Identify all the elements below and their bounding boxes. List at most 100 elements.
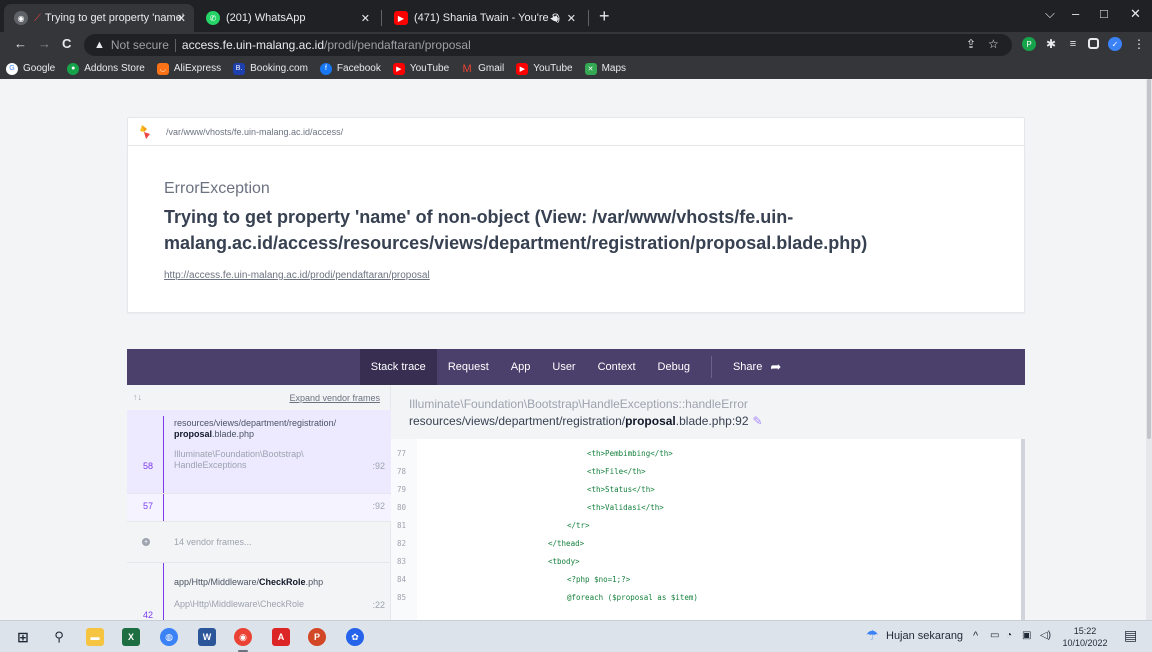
code-line: 81 </tr>: [397, 521, 590, 530]
bookmark-youtube-2[interactable]: ▶ YouTube: [516, 62, 573, 75]
close-window-button[interactable]: ✕: [1130, 6, 1141, 22]
excel-icon[interactable]: X: [122, 628, 140, 646]
stack-frame[interactable]: app/Http/Middleware/CheckRole.php App\Ht…: [127, 563, 391, 620]
bookmark-addons-store[interactable]: ● Addons Store: [67, 62, 145, 75]
youtube-icon: ▶: [394, 11, 408, 25]
windows-taskbar: ⊞ ⚲ ▬ X ◍ W ◉ A P ✿ ☂ Hujan sekarang ^ ▭…: [0, 620, 1152, 652]
frame-file: app/Http/Middleware/CheckRole.php: [174, 577, 324, 587]
show-hidden-icons[interactable]: ^: [973, 630, 978, 642]
bookmark-google[interactable]: G Google: [6, 62, 55, 75]
wifi-icon[interactable]: ◔: [1006, 630, 1012, 641]
forward-button[interactable]: →: [38, 36, 51, 51]
url-host: access.fe.uin-malang.ac.id: [181, 38, 324, 52]
close-tab-icon[interactable]: ✕: [177, 12, 186, 25]
reload-button[interactable]: C: [62, 36, 71, 51]
url-path: /prodi/pendaftaran/proposal: [324, 38, 471, 52]
maximize-button[interactable]: □: [1100, 6, 1108, 21]
tab-app[interactable]: App: [500, 349, 542, 385]
tab-debug[interactable]: Debug: [647, 349, 701, 385]
tab-whatsapp[interactable]: ✆ (201) WhatsApp ✕: [196, 4, 378, 32]
bookmark-label: Gmail: [478, 63, 505, 74]
rain-weather-icon[interactable]: ☂: [866, 627, 879, 644]
bookmark-booking[interactable]: B. Booking.com: [233, 62, 308, 75]
youtube-icon: ▶: [516, 62, 529, 75]
expand-vendor-frames-link[interactable]: Expand vendor frames: [289, 393, 380, 403]
share-arrow-icon: ➦: [770, 359, 782, 374]
bookmark-star-icon[interactable]: ☆: [988, 37, 999, 51]
tab-request[interactable]: Request: [437, 349, 500, 385]
share-page-icon[interactable]: ⇪: [966, 37, 976, 51]
frame-class: Illuminate\Foundation\Bootstrap\ HandleEx…: [174, 449, 304, 470]
tab-stack-trace[interactable]: Stack trace: [359, 349, 437, 385]
vendor-frames-toggle[interactable]: + 14 vendor frames...: [127, 522, 391, 562]
stack-frame[interactable]: 57 :92: [127, 494, 391, 521]
address-bar[interactable]: ▲ Not secure access.fe.uin-malang.ac.id /…: [84, 34, 1012, 56]
profile-shield-icon[interactable]: ✓: [1108, 37, 1122, 51]
extensions-puzzle-icon[interactable]: ✱: [1044, 37, 1058, 51]
extension-p-icon[interactable]: P: [1022, 37, 1036, 51]
search-icon[interactable]: ⚲: [50, 628, 68, 646]
page-scrollbar[interactable]: [1146, 79, 1152, 620]
language-icon[interactable]: ▣: [1022, 630, 1031, 641]
bookmark-aliexpress[interactable]: ◡ AliExpress: [156, 62, 221, 75]
bookmark-facebook[interactable]: f Facebook: [319, 62, 381, 75]
file-explorer-icon[interactable]: ▬: [86, 628, 104, 646]
battery-icon[interactable]: ▭: [990, 630, 999, 641]
bookmark-label: YouTube: [409, 63, 450, 74]
code-header: Illuminate\Foundation\Bootstrap\HandleEx…: [391, 385, 1025, 439]
bookmark-maps[interactable]: ✕ Maps: [584, 62, 626, 75]
bookmark-label: YouTube: [533, 63, 573, 74]
back-button[interactable]: ←: [14, 36, 27, 51]
close-tab-icon[interactable]: ✕: [361, 12, 370, 25]
tab-user[interactable]: User: [541, 349, 586, 385]
side-panel-icon[interactable]: [1088, 38, 1099, 49]
close-tab-icon[interactable]: ✕: [567, 12, 576, 25]
bookmark-gmail[interactable]: M Gmail: [461, 63, 505, 75]
bookmark-youtube[interactable]: ▶ YouTube: [392, 62, 450, 75]
aliexpress-icon: ◡: [156, 62, 169, 75]
frame-marker: [163, 494, 164, 521]
sort-arrows-icon[interactable]: ↑↓: [133, 392, 142, 402]
security-label[interactable]: Not secure: [111, 38, 169, 52]
omnibox-divider: [174, 38, 176, 52]
audio-icon[interactable]: ◀): [550, 13, 560, 24]
stack-frame-selected[interactable]: resources/views/department/registration/…: [127, 410, 391, 493]
code-line: 84 <?php $no=1;?>: [397, 575, 631, 584]
code-scrollbar[interactable]: [1021, 439, 1025, 620]
frame-file-path: resources/views/department/registration/…: [409, 414, 763, 428]
chrome-icon[interactable]: ◉: [234, 628, 252, 646]
request-url-link[interactable]: http://access.fe.uin-malang.ac.id/prodi/…: [164, 270, 988, 281]
youtube-icon: ▶: [392, 62, 405, 75]
settings-app-icon[interactable]: ✿: [346, 628, 364, 646]
frame-line-number: :92: [372, 461, 385, 471]
bookmark-label: Facebook: [336, 63, 381, 74]
code-snippet-panel: Illuminate\Foundation\Bootstrap\HandleEx…: [391, 385, 1025, 620]
tab-youtube[interactable]: ▶ (471) Shania Twain - You're S ◀) ✕: [384, 4, 584, 32]
system-clock[interactable]: 15:22 10/10/2022: [1062, 625, 1108, 649]
reading-list-icon[interactable]: ≡: [1066, 37, 1080, 51]
network-globe-icon[interactable]: ◍: [160, 628, 178, 646]
code-line: 85 @foreach ($proposal as $item): [397, 593, 698, 602]
windows-start-icon[interactable]: ⊞: [14, 628, 32, 646]
whatsapp-icon: ✆: [206, 11, 220, 25]
ignition-logo-icon: [140, 124, 150, 139]
acrobat-icon[interactable]: A: [272, 628, 290, 646]
code-line: 82 </thead>: [397, 539, 585, 548]
powerpoint-icon[interactable]: P: [308, 628, 326, 646]
minimize-button[interactable]: –: [1072, 6, 1079, 21]
clock-date: 10/10/2022: [1062, 638, 1108, 648]
notifications-icon[interactable]: ▤: [1124, 627, 1137, 644]
facebook-icon: f: [319, 62, 332, 75]
scrollbar-thumb[interactable]: [1147, 79, 1151, 439]
tab-context[interactable]: Context: [587, 349, 647, 385]
word-icon[interactable]: W: [198, 628, 216, 646]
volume-icon[interactable]: ◁): [1040, 630, 1051, 641]
chrome-icon: ◉: [14, 11, 28, 25]
tab-error-page[interactable]: ◉ ⟋ Trying to get property 'name' ✕: [4, 4, 194, 32]
menu-kebab-icon[interactable]: ⋮: [1132, 37, 1146, 51]
edit-pencil-icon[interactable]: ✎: [753, 414, 763, 428]
tab-search-icon[interactable]: ⌵: [1045, 6, 1055, 22]
share-button[interactable]: Share ➦: [722, 349, 792, 385]
new-tab-button[interactable]: +: [599, 6, 610, 27]
weather-label[interactable]: Hujan sekarang: [886, 630, 963, 642]
